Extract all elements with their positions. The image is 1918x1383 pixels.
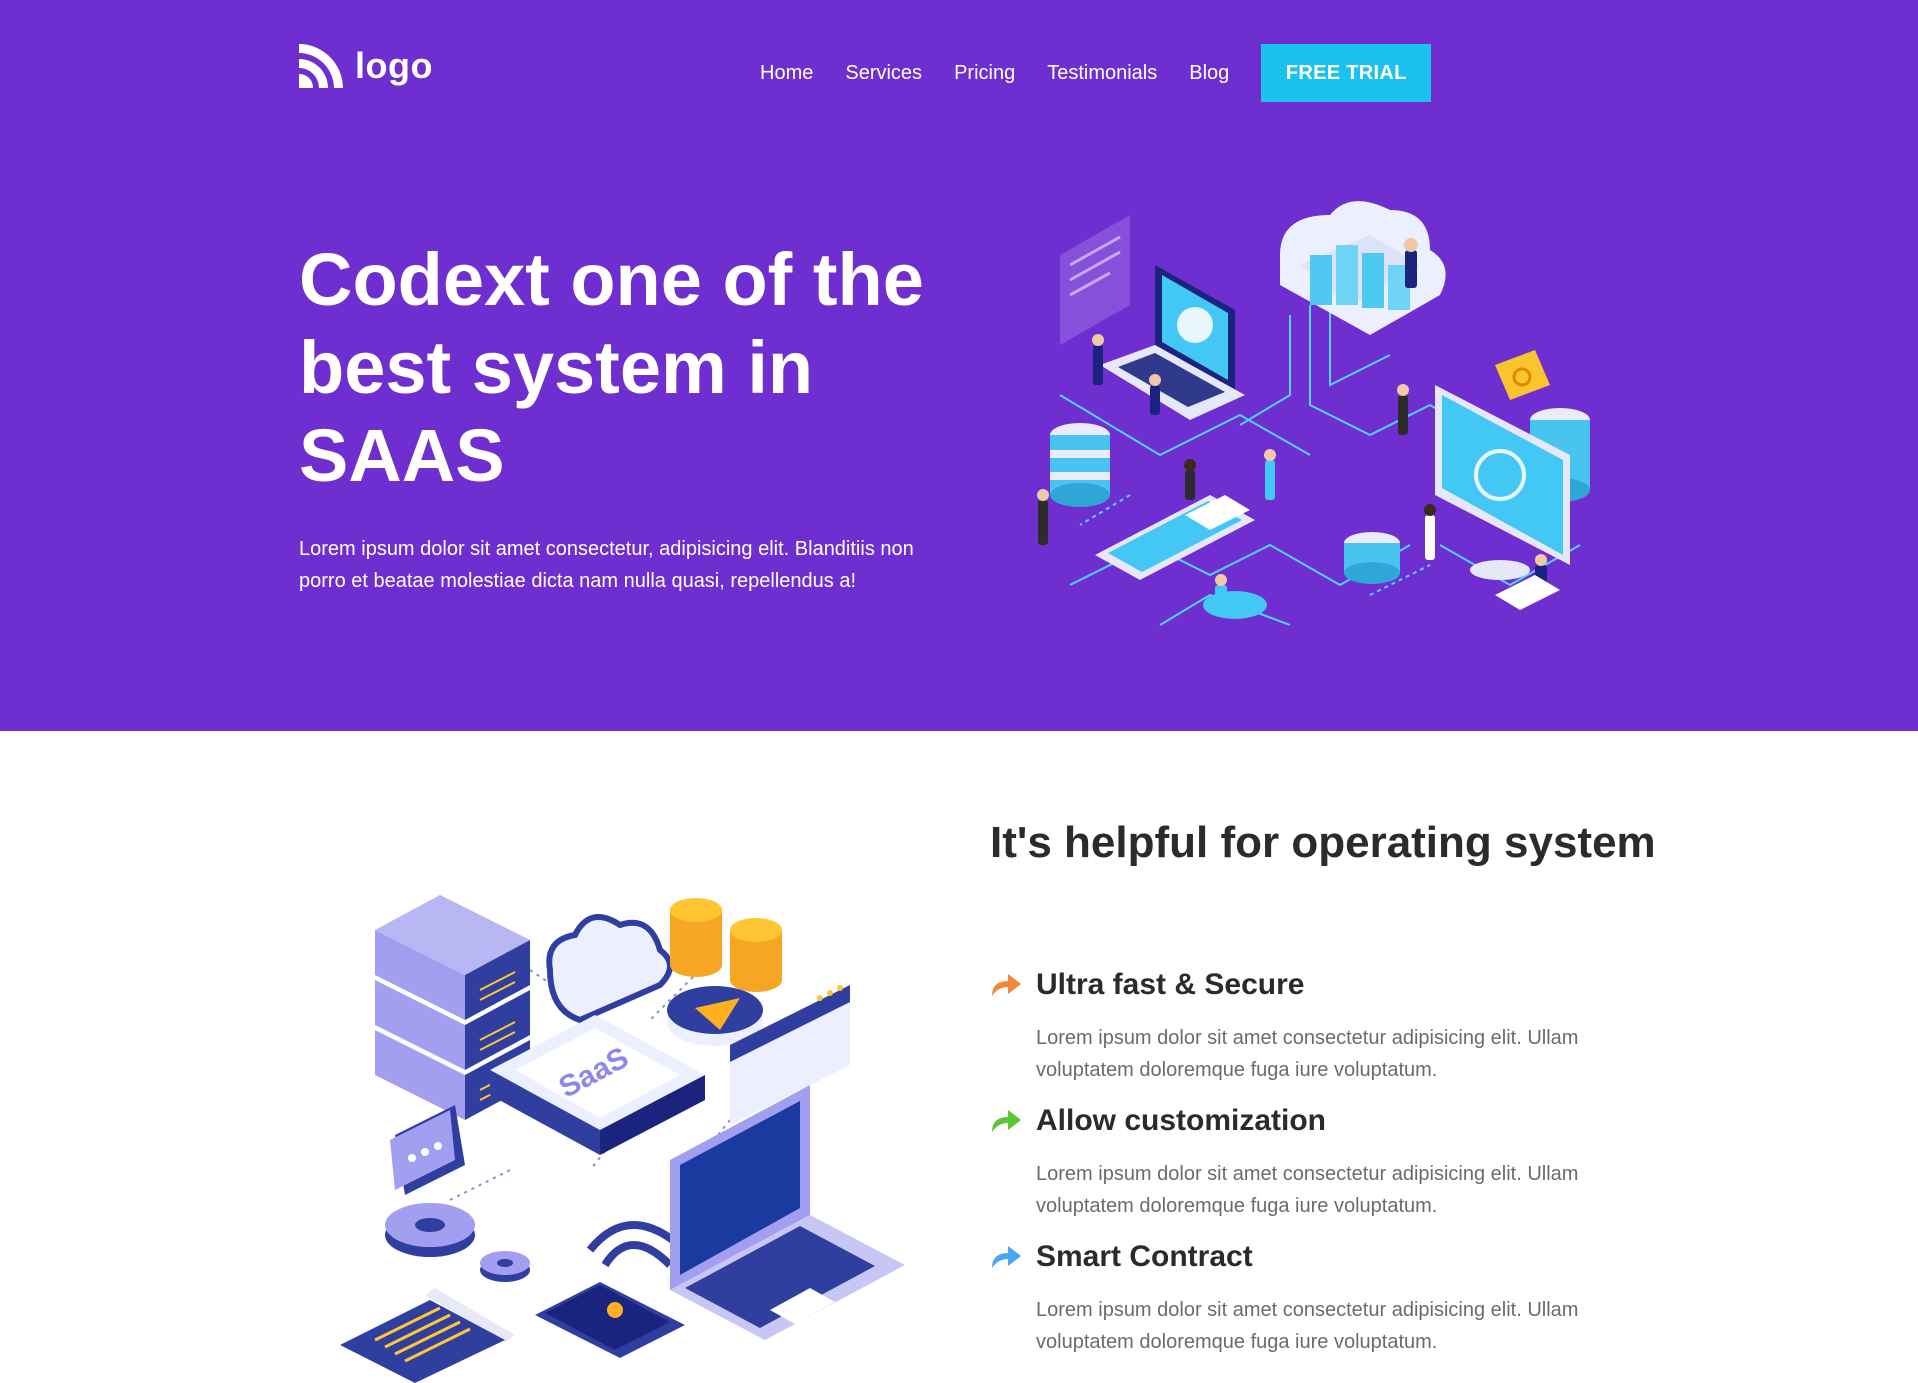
feature-item-smart-contract: Smart Contract Lorem ipsum dolor sit ame… (990, 1240, 1630, 1358)
saas-isometric-illustration: SaaS (340, 895, 905, 1383)
features-heading: It's helpful for operating system (990, 818, 1656, 867)
arrow-forward-icon (992, 974, 1021, 996)
feature-title: Smart Contract (1036, 1240, 1253, 1273)
free-trial-button[interactable]: FREE TRIAL (1261, 44, 1432, 102)
folder-icon (1495, 350, 1550, 400)
nav-link-testimonials[interactable]: Testimonials (1047, 62, 1157, 85)
database-small-icon (1344, 532, 1400, 584)
gear-icon (385, 1203, 475, 1257)
feature-title: Ultra fast & Secure (1036, 968, 1305, 1001)
hologram-screen (1060, 215, 1130, 345)
laptop-icon (670, 1085, 905, 1340)
logo[interactable]: logo (299, 44, 433, 88)
feature-title: Allow customization (1036, 1104, 1327, 1137)
coins-icon (670, 898, 782, 992)
logo-text: logo (355, 45, 433, 86)
feature-description: Lorem ipsum dolor sit amet consectetur a… (1036, 1027, 1579, 1081)
nav-link-services[interactable]: Services (845, 62, 922, 85)
gear-small-icon (480, 1251, 530, 1282)
arrow-forward-icon (992, 1246, 1021, 1268)
database-icon (1050, 423, 1110, 507)
feature-description: Lorem ipsum dolor sit amet consectetur a… (1036, 1163, 1579, 1217)
feature-item-ultra-fast: Ultra fast & Secure Lorem ipsum dolor si… (990, 968, 1630, 1086)
nav-link-home[interactable]: Home (760, 62, 813, 85)
nav-link-blog[interactable]: Blog (1189, 62, 1229, 85)
hero-title: Codext one of the best system in SAAS (299, 238, 924, 497)
feature-description: Lorem ipsum dolor sit amet consectetur a… (1036, 1299, 1579, 1353)
hero-description: Lorem ipsum dolor sit amet consectetur, … (299, 538, 914, 592)
cloud-network-illustration (1037, 201, 1590, 626)
main-nav: Home Services Pricing Testimonials Blog … (760, 44, 1463, 102)
cloud-icon (546, 914, 673, 1024)
platform-disc (1203, 591, 1267, 619)
chat-bubble-icon (390, 1105, 465, 1195)
arrow-forward-icon (992, 1110, 1021, 1132)
notepad-icon (340, 1300, 505, 1383)
nav-link-pricing[interactable]: Pricing (954, 62, 1015, 85)
phone-wifi-icon (535, 1221, 688, 1358)
cloud-servers-illustration (1280, 201, 1446, 335)
feature-item-customization: Allow customization Lorem ipsum dolor si… (990, 1104, 1630, 1222)
desk (1495, 575, 1560, 610)
hero-section: logo Home Services Pricing Testimonials … (0, 0, 1918, 731)
rss-logo-icon (299, 44, 343, 88)
